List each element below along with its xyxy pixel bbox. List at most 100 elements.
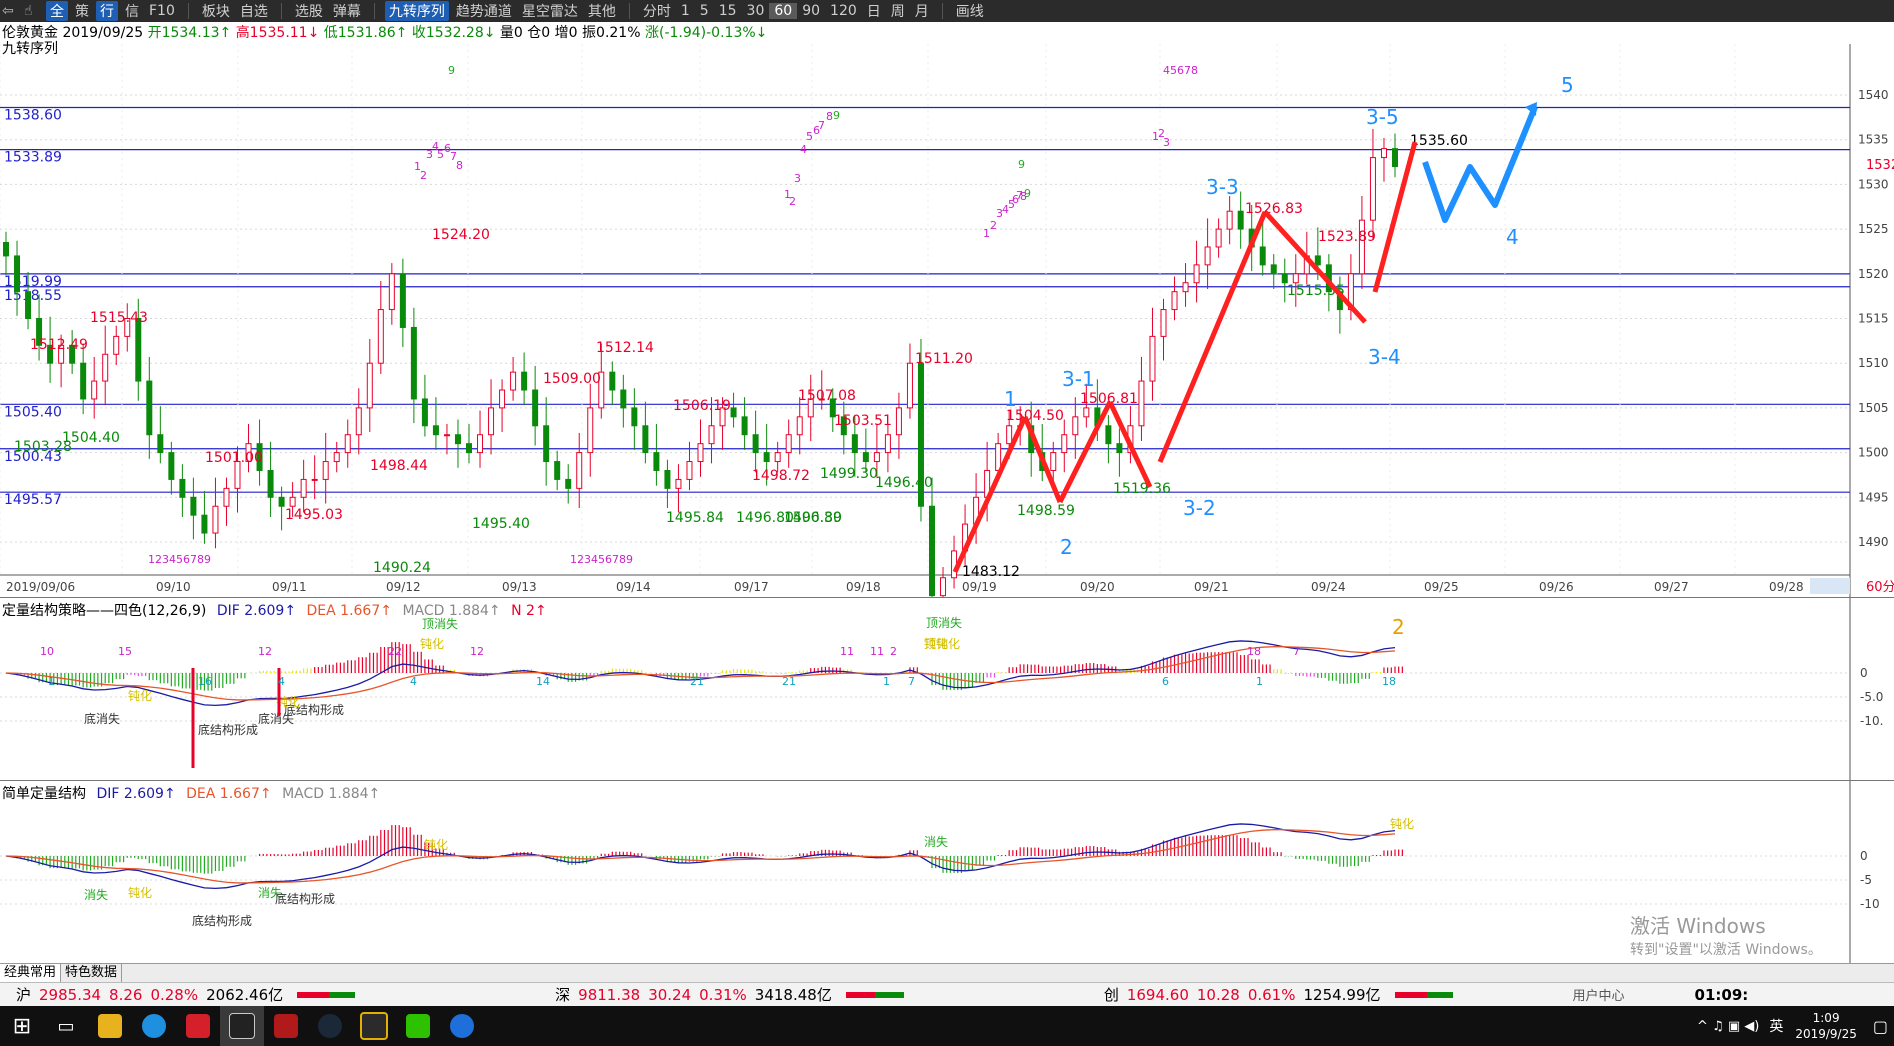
period-intraday[interactable]: 分时 [638, 1, 676, 21]
toolbar-item-trend-channel[interactable]: 趋势通道 [451, 1, 517, 21]
toolbar-item-info[interactable]: 信 [120, 1, 144, 21]
file-explorer-icon[interactable] [88, 1006, 132, 1046]
steam-icon[interactable] [308, 1006, 352, 1046]
candle-body [1314, 255, 1321, 266]
ime-indicator[interactable]: 英 [1769, 1016, 1783, 1036]
y-tick-label: 1530 [1858, 177, 1889, 191]
cy-change: 10.28 [1196, 985, 1240, 1004]
wenhua-app-icon[interactable] [264, 1006, 308, 1046]
period-30[interactable]: 30 [742, 3, 770, 19]
toolbar-item-watchlist[interactable]: 自选 [235, 1, 273, 21]
windows-start-icon[interactable]: ⊞ [0, 1006, 44, 1046]
indicator-panel-structure[interactable]: 定量结构策略——四色(12,26,9) DIF 2.609↑ DEA 1.667… [0, 597, 1894, 781]
browser-icon[interactable] [132, 1006, 176, 1046]
candle-body [201, 514, 208, 534]
period-day[interactable]: 日 [862, 1, 886, 21]
candle-body [1204, 246, 1211, 266]
price-label-low: 1498.59 [1017, 503, 1075, 519]
yellow-app-icon[interactable] [352, 1006, 396, 1046]
period-15[interactable]: 15 [714, 3, 742, 19]
toolbar-item-screener[interactable]: 选股 [290, 1, 328, 21]
indicator1-count: 18 [1382, 675, 1396, 688]
taskbar-clock[interactable]: 1:09 2019/9/25 [1795, 1010, 1857, 1042]
candle-body [399, 273, 406, 328]
toolbar-item-f10[interactable]: F10 [144, 3, 180, 19]
taskbar-time: 1:09 [1812, 1011, 1840, 1025]
price-chart[interactable]: 1540153515301525152015151510150515001495… [0, 22, 1894, 597]
main-chart-panel[interactable]: 伦敦黄金 2019/09/25 开1534.13↑ 高1535.11↓ 低153… [0, 22, 1894, 597]
tray-icons[interactable]: ^ ♫ ▣ ◀) [1697, 1019, 1759, 1034]
candle-body [190, 496, 197, 516]
td-count-digit: 1 [983, 227, 990, 240]
sz-percent: 0.31% [699, 985, 747, 1004]
period-90[interactable]: 90 [797, 3, 825, 19]
toolbar-item-draw-line[interactable]: 画线 [951, 1, 989, 21]
candle-body [873, 452, 880, 463]
indicator1-count: 15 [118, 645, 132, 658]
candle-body [1149, 335, 1156, 382]
tab-special-data[interactable]: 特色数据 [61, 964, 123, 982]
indicator-panel-simple[interactable]: 简单定量结构 DIF 2.609↑ DEA 1.667↑ MACD 1.884↑… [0, 780, 1894, 964]
price-label-low: 1503.28 [14, 439, 72, 455]
blue-app-icon[interactable] [440, 1006, 484, 1046]
candle-body [1160, 309, 1167, 337]
indicator1-count: 21 [782, 675, 796, 688]
indicator1-annotation: 2 [1392, 615, 1405, 639]
candle-body [554, 461, 561, 480]
td-count-digit: 9 [1018, 158, 1025, 171]
user-center-link[interactable]: 用户中心 [1573, 985, 1625, 1004]
y-tick-label: 1515 [1858, 312, 1889, 326]
candle-body [1138, 380, 1145, 427]
period-60[interactable]: 60 [769, 3, 798, 19]
price-label-low: 1495.84 [666, 510, 724, 526]
sh-label: 沪 [16, 986, 32, 1004]
candle-body [895, 407, 902, 436]
period-120[interactable]: 120 [825, 3, 862, 19]
toolbar-item-other[interactable]: 其他 [583, 1, 621, 21]
toolbar-item-strategy[interactable]: 策 [70, 1, 94, 21]
td-count-digit: 123456789 [148, 553, 211, 566]
cy-breadth-bar [1394, 991, 1453, 998]
wave-arrow-1 [952, 415, 1028, 574]
notification-icon[interactable]: ▢ [1873, 1017, 1888, 1036]
candle-body [752, 434, 759, 454]
candle-body [1193, 264, 1200, 284]
toolbar-item-quote[interactable]: 行 [96, 1, 118, 21]
indicator-y-tick: -5.0 [1860, 690, 1883, 704]
tab-classic[interactable]: 经典常用 [0, 964, 62, 982]
forecast-wave-arrow [1422, 105, 1538, 223]
cy-label: 创 [1103, 986, 1119, 1004]
td-count-digit: 45678 [1163, 64, 1198, 77]
candle-body [653, 452, 660, 471]
period-month[interactable]: 月 [910, 1, 934, 21]
toolbar-item-td-sequence[interactable]: 九转序列 [384, 1, 449, 21]
x-tick-label: 09/12 [386, 580, 421, 594]
period-5[interactable]: 5 [695, 3, 714, 19]
trading-app-icon[interactable] [220, 1006, 264, 1046]
candle-body [157, 434, 164, 454]
candle-body [1105, 425, 1112, 445]
indicator2-chart[interactable]: 0-5-10消失 钝化底结构形成消失底结构形成钝化 消失钝化 [0, 781, 1894, 964]
pointer-icon[interactable]: ☝ [24, 3, 42, 19]
indicator1-chart[interactable]: 0-5.0-10.底消失底结构形成底消失底结构形成顶消失 顶消失钝化钝化 钝化钝化顶… [0, 598, 1894, 781]
candle-body [454, 434, 461, 445]
y-tick-label: 1535 [1858, 133, 1889, 147]
task-view-icon[interactable]: ▭ [44, 1006, 88, 1046]
windows-taskbar: ⊞ ▭ ^ ♫ ▣ ◀) 英 1:09 2019/9/25 ▢ [0, 1006, 1894, 1046]
toolbar-item-all[interactable]: 全 [46, 1, 68, 21]
sh-amount: 2062.46亿 [206, 986, 284, 1004]
toolbar-item-sector[interactable]: 板块 [197, 1, 235, 21]
wechat-icon[interactable] [396, 1006, 440, 1046]
indicator1-annotation: 顶钝化 [924, 637, 960, 651]
red-app-icon[interactable] [176, 1006, 220, 1046]
period-1[interactable]: 1 [676, 3, 695, 19]
toolbar-item-star-radar[interactable]: 星空雷达 [517, 1, 583, 21]
cy-percent: 0.61% [1247, 985, 1296, 1004]
back-icon[interactable]: ⇦ [2, 3, 20, 19]
candle-body [113, 335, 120, 355]
period-week[interactable]: 周 [886, 1, 910, 21]
toolbar-item-danmaku[interactable]: 弹幕 [328, 1, 366, 21]
price-label-high: 1515.43 [90, 310, 148, 326]
candle-body [80, 362, 87, 400]
sh-breadth-bar [297, 991, 356, 998]
